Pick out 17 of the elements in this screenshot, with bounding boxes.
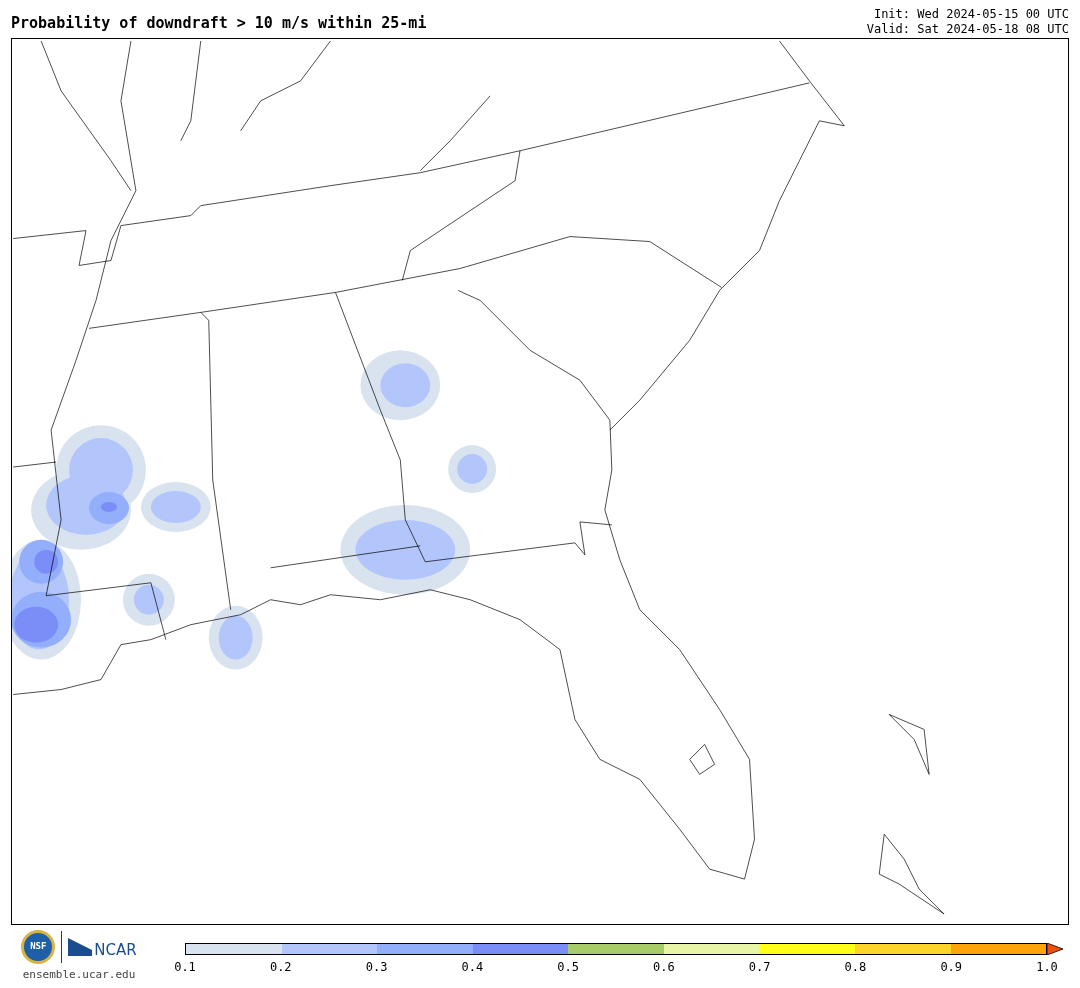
colorbar-tick-label: 0.3 (365, 961, 388, 973)
colorbar-tick-label: 0.7 (748, 961, 771, 973)
colorbar-tick-label: 1.0 (1036, 961, 1058, 973)
colorbar-tick-label: 0.2 (269, 961, 292, 973)
chart-title: Probability of downdraft > 10 m/s within 25-mi (11, 16, 427, 34)
ncar-mark-icon (68, 938, 93, 956)
site-url: ensemble.ucar.edu (22, 967, 136, 983)
valid-time: Valid: Sat 2024-05-18 08 UTC (866, 22, 1069, 37)
colorbar-tick-label: 0.4 (461, 961, 484, 973)
colorbar-tick-label: 0.6 (653, 961, 675, 973)
colorbar-tick-label: 0.5 (557, 961, 579, 973)
colorbar-tick-label: 0.8 (844, 961, 867, 973)
init-time: Init: Wed 2024-05-15 00 UTC (873, 7, 1069, 22)
colorbar-tick-label: 0.9 (940, 961, 963, 973)
nsf-logo: NSF (21, 930, 56, 964)
colorbar-tick-label: 0.1 (174, 961, 196, 973)
ncar-logo: NCAR (94, 939, 137, 961)
